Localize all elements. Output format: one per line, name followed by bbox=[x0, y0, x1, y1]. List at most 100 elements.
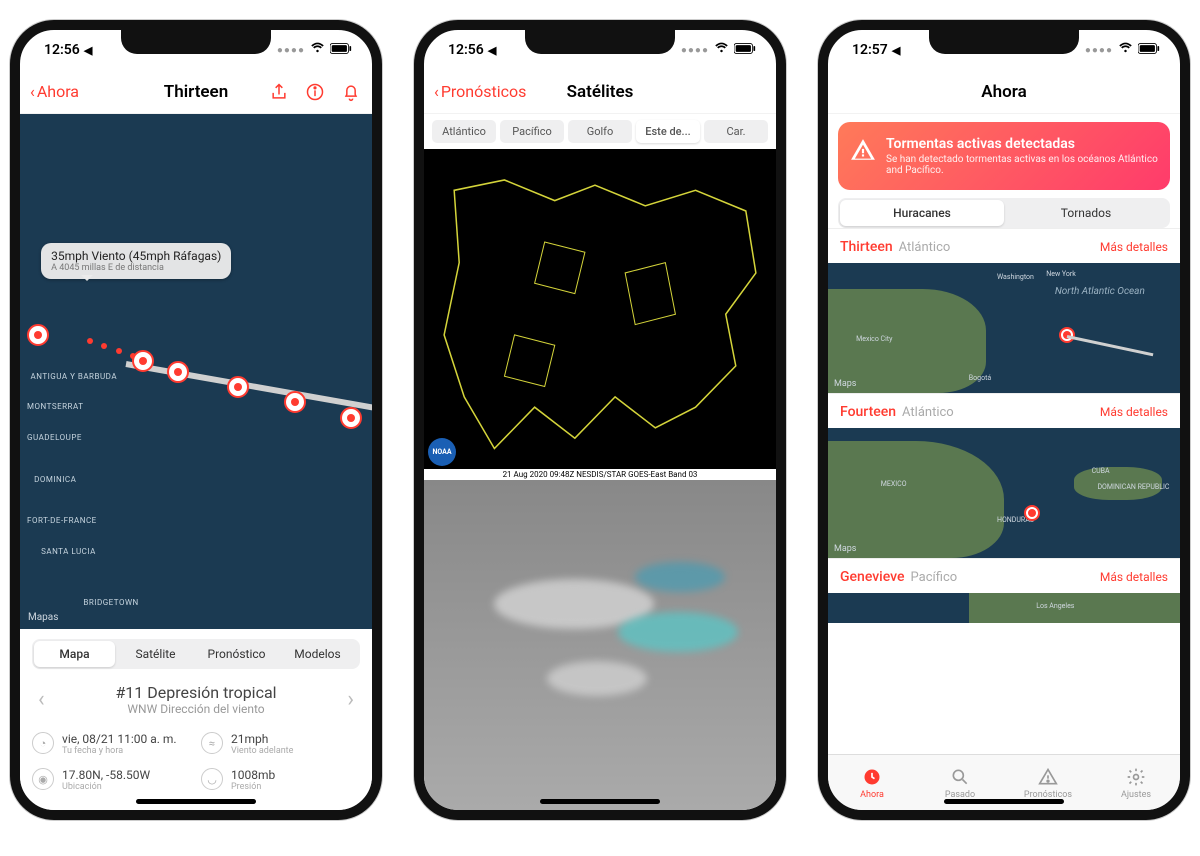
back-button[interactable]: ‹ Ahora bbox=[30, 82, 79, 101]
sat-tab-atlantico[interactable]: Atlántico bbox=[432, 120, 496, 143]
home-indicator[interactable] bbox=[944, 799, 1064, 804]
sat-tab-golfo[interactable]: Golfo bbox=[568, 120, 632, 143]
storm-card-thirteen[interactable]: Thirteen Atlántico Más detalles North At… bbox=[828, 228, 1180, 393]
country-label: Washington bbox=[997, 273, 1034, 281]
info-datetime: ◔ vie, 08/21 11:00 a. m.Tu fecha y hora bbox=[32, 732, 191, 756]
seg-huracanes[interactable]: Huracanes bbox=[840, 200, 1004, 226]
status-time: 12:56 bbox=[448, 42, 484, 58]
tab-ahora[interactable]: Ahora bbox=[828, 755, 916, 810]
satellite-caption: 21 Aug 2020 09:48Z NESDIS/STAR GOES-East… bbox=[424, 469, 776, 480]
storm-mini-map[interactable]: Los Angeles bbox=[828, 593, 1180, 623]
map-label: SANTA LUCIA bbox=[41, 547, 96, 556]
wifi-icon bbox=[714, 41, 729, 60]
info-icon[interactable] bbox=[304, 81, 326, 103]
storm-name: Genevieve bbox=[840, 569, 905, 585]
satellite-image-infrared[interactable] bbox=[424, 480, 776, 811]
storm-ocean: Atlántico bbox=[899, 240, 951, 255]
phone-screen-2: 12:56 ◀ ●●●● ‹ Pronósticos Satélites Atl… bbox=[414, 20, 786, 820]
forecast-point bbox=[116, 348, 122, 354]
storm-type-segmented-control[interactable]: Huracanes Tornados bbox=[838, 198, 1170, 228]
forecast-point bbox=[101, 343, 107, 349]
map-label: MONTSERRAT bbox=[27, 402, 83, 411]
pin-icon: ◉ bbox=[32, 768, 54, 790]
info-pressure: ◡ 1008mbPresión bbox=[201, 768, 360, 792]
status-time: 12:56 bbox=[44, 42, 80, 58]
sat-tab-este[interactable]: Este de... bbox=[636, 120, 700, 143]
country-label: Bogotá bbox=[969, 374, 991, 382]
storm-mini-map[interactable]: North Atlantic Ocean Mexico City Washing… bbox=[828, 263, 1180, 393]
map-label: Fort-de-France bbox=[27, 516, 97, 525]
clock-icon: ◔ bbox=[32, 732, 54, 754]
home-indicator[interactable] bbox=[540, 799, 660, 804]
country-label: New York bbox=[1046, 270, 1076, 278]
chevron-left-icon: ‹ bbox=[30, 82, 35, 101]
storm-marker[interactable] bbox=[284, 391, 306, 413]
storm-callout[interactable]: 35mph Viento (45mph Ráfagas) A 4045 mill… bbox=[41, 243, 231, 279]
tab-label: Pasado bbox=[945, 790, 975, 800]
seg-pronostico[interactable]: Pronóstico bbox=[196, 641, 277, 667]
ocean-label: North Atlantic Ocean bbox=[1055, 286, 1145, 297]
seg-tornados[interactable]: Tornados bbox=[1004, 200, 1168, 226]
share-icon[interactable] bbox=[268, 81, 290, 103]
more-details-link[interactable]: Más detalles bbox=[1100, 240, 1168, 254]
nav-bar: ‹ Ahora Thirteen bbox=[20, 70, 372, 114]
warning-icon bbox=[1037, 766, 1059, 788]
storm-marker[interactable] bbox=[27, 324, 49, 346]
country-label: CUBA bbox=[1092, 467, 1110, 475]
back-label: Pronósticos bbox=[441, 82, 527, 101]
storm-name: Fourteen bbox=[840, 404, 896, 420]
storm-card-fourteen[interactable]: Fourteen Atlántico Más detalles MEXICO C… bbox=[828, 393, 1180, 558]
satellite-region-tabs[interactable]: Atlántico Pacífico Golfo Este de... Car. bbox=[424, 114, 776, 149]
storm-mini-map[interactable]: MEXICO CUBA DOMINICAN REPUBLIC HONDURAS … bbox=[828, 428, 1180, 558]
back-button[interactable]: ‹ Pronósticos bbox=[434, 82, 526, 101]
next-storm-button[interactable]: › bbox=[341, 687, 360, 712]
apple-maps-attribution: Maps bbox=[834, 379, 856, 389]
bell-icon[interactable] bbox=[340, 81, 362, 103]
prev-storm-button[interactable]: ‹ bbox=[32, 687, 51, 712]
active-storms-alert[interactable]: Tormentas activas detectadas Se han dete… bbox=[838, 122, 1170, 190]
notch bbox=[121, 30, 271, 54]
storm-header: ‹ #11 Depresión tropical WNW Dirección d… bbox=[32, 683, 360, 716]
tab-ajustes[interactable]: Ajustes bbox=[1092, 755, 1180, 810]
cloud-icon bbox=[547, 661, 647, 696]
satellite-image-visible[interactable]: NOAA 21 Aug 2020 09:48Z NESDIS/STAR GOES… bbox=[424, 149, 776, 480]
warning-icon bbox=[850, 136, 876, 164]
map-label: DOMINICA bbox=[34, 475, 76, 484]
back-label: Ahora bbox=[37, 82, 79, 101]
sat-tab-pacifico[interactable]: Pacífico bbox=[500, 120, 564, 143]
phone-screen-1: 12:56 ◀ ●●●● ‹ Ahora Thirteen ANTIGUA Y … bbox=[10, 20, 382, 820]
page-title: Ahora bbox=[981, 82, 1026, 102]
info-wind: ≈ 21mphViento adelante bbox=[201, 732, 360, 756]
map-label: ANTIGUA Y BARBUDA bbox=[31, 372, 118, 381]
home-indicator[interactable] bbox=[136, 799, 256, 804]
notch bbox=[929, 30, 1079, 54]
storm-marker[interactable] bbox=[132, 350, 154, 372]
storm-marker[interactable] bbox=[167, 361, 189, 383]
cellular-signal-icon: ●●●● bbox=[681, 45, 709, 56]
more-details-link[interactable]: Más detalles bbox=[1100, 570, 1168, 584]
seg-satelite[interactable]: Satélite bbox=[115, 641, 196, 667]
tab-label: Ajustes bbox=[1121, 790, 1151, 800]
more-details-link[interactable]: Más detalles bbox=[1100, 405, 1168, 419]
seg-mapa[interactable]: Mapa bbox=[34, 641, 115, 667]
storm-marker[interactable] bbox=[227, 376, 249, 398]
seg-modelos[interactable]: Modelos bbox=[277, 641, 358, 667]
page-title: Satélites bbox=[567, 82, 634, 102]
storm-list[interactable]: Thirteen Atlántico Más detalles North At… bbox=[828, 228, 1180, 754]
gear-icon bbox=[1125, 766, 1147, 788]
view-segmented-control[interactable]: Mapa Satélite Pronóstico Modelos bbox=[32, 639, 360, 669]
cellular-signal-icon: ●●●● bbox=[1085, 45, 1113, 56]
storm-track-map[interactable]: ANTIGUA Y BARBUDA MONTSERRAT GUADELOUPE … bbox=[20, 114, 372, 629]
search-icon bbox=[949, 766, 971, 788]
storm-card-genevieve[interactable]: Genevieve Pacífico Más detalles Los Ange… bbox=[828, 558, 1180, 623]
country-label: Los Angeles bbox=[1036, 602, 1074, 610]
alert-subtitle: Se han detectado tormentas activas en lo… bbox=[886, 154, 1158, 176]
storm-track bbox=[1067, 335, 1154, 356]
battery-icon bbox=[1138, 42, 1160, 58]
gauge-icon: ◡ bbox=[201, 768, 223, 790]
battery-icon bbox=[734, 42, 756, 58]
storm-title: #11 Depresión tropical bbox=[51, 683, 342, 702]
storm-marker[interactable] bbox=[340, 407, 362, 429]
sat-tab-car[interactable]: Car. bbox=[704, 120, 768, 143]
storm-ocean: Atlántico bbox=[902, 405, 954, 420]
